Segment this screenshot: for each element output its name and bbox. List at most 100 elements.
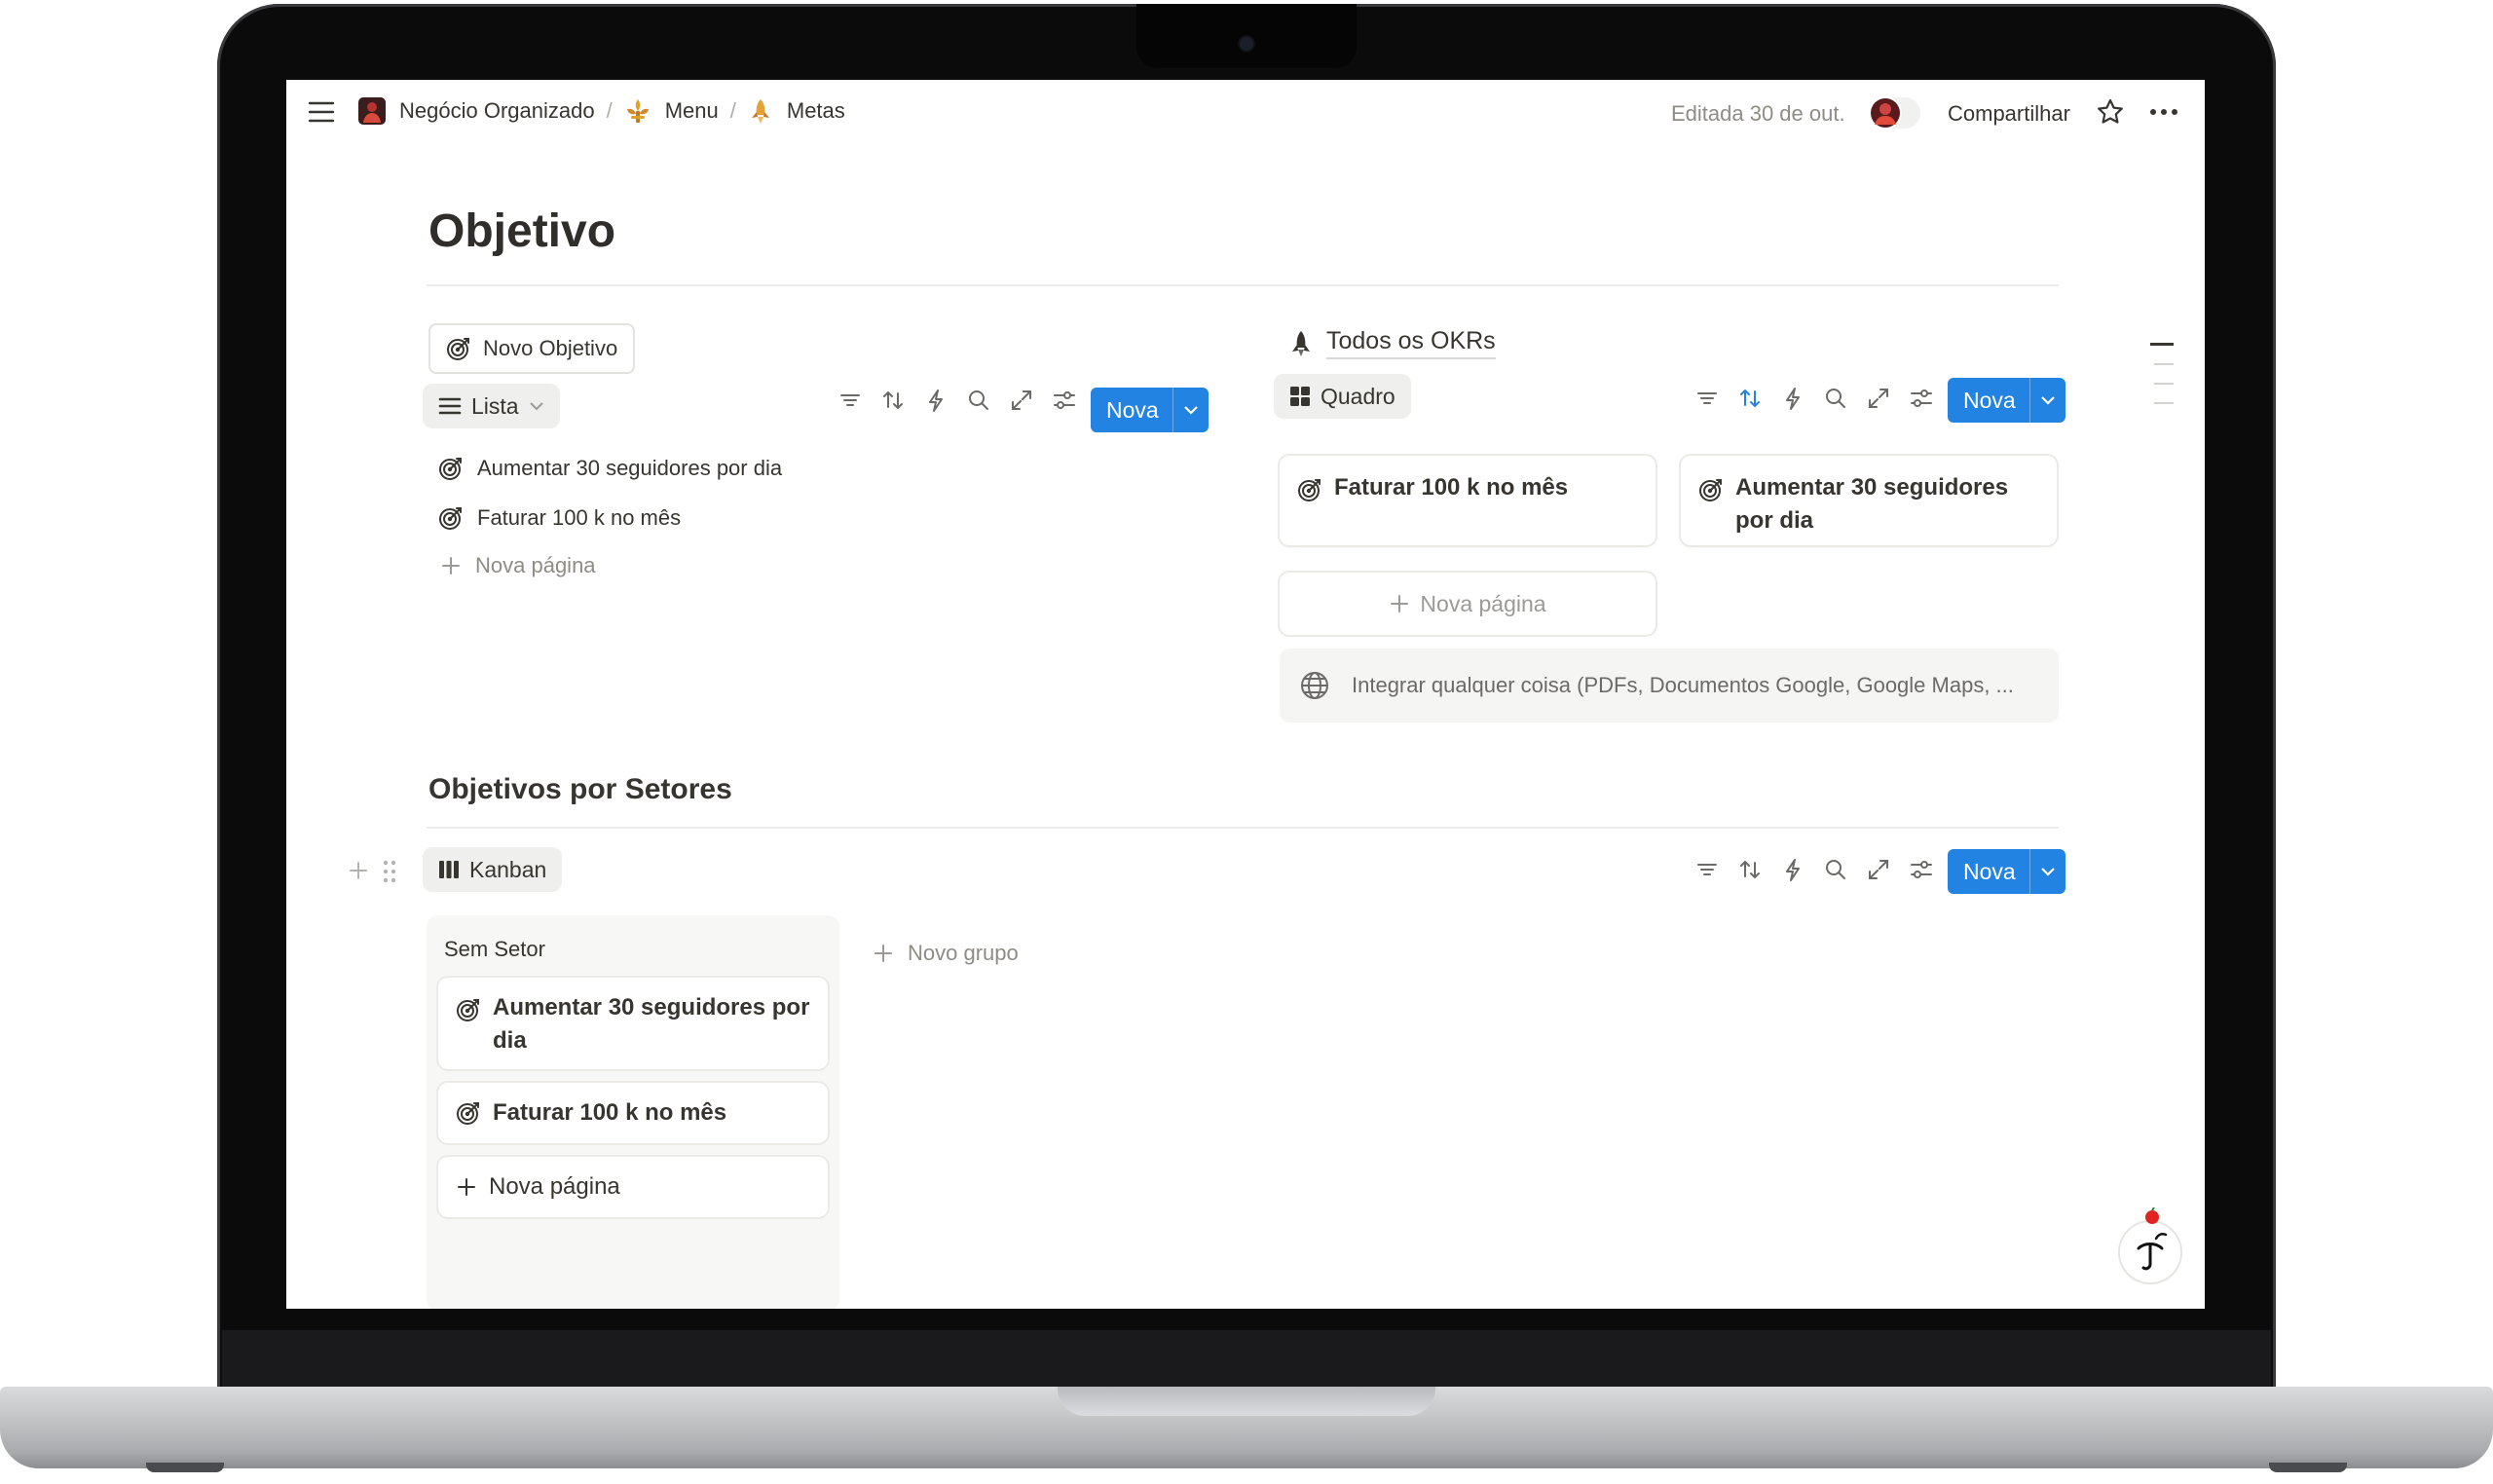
chevron-down-icon[interactable] <box>2028 849 2065 894</box>
list-icon <box>438 396 462 416</box>
more-options-icon[interactable] <box>2148 103 2179 121</box>
star-icon[interactable] <box>2096 97 2125 127</box>
filter-icon[interactable] <box>837 388 863 413</box>
last-edited-text: Editada 30 de out. <box>1671 101 1845 126</box>
expand-icon[interactable] <box>1009 388 1034 413</box>
nova-label: Nova <box>1963 858 2016 884</box>
left-nova-button[interactable]: Nova <box>1091 388 1209 432</box>
filter-icon[interactable] <box>1694 857 1720 882</box>
sort-icon[interactable] <box>1737 857 1763 882</box>
view-label: Kanban <box>469 856 547 882</box>
add-block-icon[interactable] <box>347 859 370 882</box>
page-title[interactable]: Objetivo <box>428 204 615 258</box>
expand-icon[interactable] <box>1866 857 1891 882</box>
board-add-page-button[interactable]: Nova página <box>1280 573 1656 635</box>
settings-sliders-icon[interactable] <box>1909 386 1934 411</box>
section-divider <box>427 827 2059 829</box>
add-page-button[interactable]: Nova página <box>440 553 596 578</box>
right-db-toolbar <box>1694 386 1934 411</box>
card-title: Faturar 100 k no mês <box>493 1099 727 1126</box>
table-of-contents-indicator[interactable] <box>2150 343 2174 404</box>
search-icon[interactable] <box>966 388 991 413</box>
new-objective-button[interactable]: Novo Objetivo <box>428 323 636 374</box>
sort-icon[interactable] <box>880 388 906 413</box>
plus-icon <box>1389 593 1410 614</box>
rocket-icon <box>748 97 773 125</box>
target-icon <box>456 1100 481 1126</box>
kanban-group-name[interactable]: Sem Setor <box>438 929 828 978</box>
chevron-down-icon[interactable] <box>1172 388 1209 432</box>
add-page-label: Nova página <box>1420 590 1546 616</box>
automation-bolt-icon[interactable] <box>1780 386 1805 411</box>
breadcrumb-label: Metas <box>786 98 845 123</box>
target-icon <box>456 997 481 1022</box>
automation-bolt-icon[interactable] <box>1780 857 1805 882</box>
linked-db-title[interactable]: Todos os OKRs <box>1289 327 1496 359</box>
view-switcher-kanban[interactable]: Kanban <box>423 847 563 892</box>
breadcrumb-separator: / <box>606 98 613 123</box>
workspace-avatar-icon <box>358 97 386 125</box>
laptop-foot-right <box>2269 1463 2347 1472</box>
fleur-de-lis-icon <box>624 97 651 125</box>
kanban-card[interactable]: Faturar 100 k no mês <box>438 1083 828 1143</box>
search-icon[interactable] <box>1823 857 1848 882</box>
rocket-icon <box>1289 329 1313 358</box>
card-title: Faturar 100 k no mês <box>1334 474 1569 501</box>
view-switcher-lista[interactable]: Lista <box>423 384 560 428</box>
list-item[interactable]: Aumentar 30 seguidores por dia <box>438 456 782 481</box>
kanban-add-page-button[interactable]: Nova página <box>438 1157 828 1217</box>
target-icon <box>1698 477 1724 502</box>
settings-sliders-icon[interactable] <box>1909 857 1934 882</box>
breadcrumb-item-menu[interactable]: Menu <box>624 97 719 125</box>
right-nova-button[interactable]: Nova <box>1948 378 2065 423</box>
globe-icon <box>1299 670 1330 701</box>
kanban-toolbar <box>1694 857 1934 882</box>
list-item[interactable]: Faturar 100 k no mês <box>438 505 681 531</box>
hamburger-menu-icon[interactable] <box>308 99 335 125</box>
sort-icon[interactable] <box>1737 386 1763 411</box>
automation-bolt-icon[interactable] <box>923 388 949 413</box>
kanban-nova-button[interactable]: Nova <box>1948 849 2065 894</box>
list-item-label: Aumentar 30 seguidores por dia <box>477 456 783 480</box>
board-grid-icon <box>1289 386 1311 407</box>
share-button[interactable]: Compartilhar <box>1948 101 2070 127</box>
laptop-chin <box>222 1330 2271 1387</box>
kanban-column: Sem Setor Aumentar 30 seguidores por dia… <box>427 915 839 1309</box>
embed-block[interactable]: Integrar qualquer coisa (PDFs, Documento… <box>1280 649 2059 723</box>
breadcrumb-label: Menu <box>664 98 719 123</box>
camera-icon <box>1240 37 1253 51</box>
board-card[interactable]: Aumentar 30 seguidores por dia <box>1681 456 2057 545</box>
card-title: Aumentar 30 seguidores por dia <box>1735 474 2009 534</box>
target-icon <box>1297 477 1322 502</box>
new-group-button[interactable]: Novo grupo <box>873 941 1019 966</box>
embed-placeholder: Integrar qualquer coisa (PDFs, Documento… <box>1352 673 2014 697</box>
breadcrumb-item-metas[interactable]: Metas <box>748 97 845 125</box>
new-objective-label: Novo Objetivo <box>483 336 618 360</box>
board-card[interactable]: Faturar 100 k no mês <box>1280 456 1656 545</box>
avatar[interactable] <box>1866 93 1924 132</box>
camera-notch <box>1136 4 1357 68</box>
breadcrumb-item-workspace[interactable]: Negócio Organizado <box>358 97 595 125</box>
breadcrumb-separator: / <box>729 98 736 123</box>
search-icon[interactable] <box>1823 386 1848 411</box>
app-screen: Negócio Organizado / Menu / Metas Editad… <box>286 80 2205 1309</box>
plus-icon <box>456 1176 477 1198</box>
linked-db-title-label: Todos os OKRs <box>1326 327 1496 359</box>
filter-icon[interactable] <box>1694 386 1720 411</box>
target-icon <box>438 456 464 481</box>
title-divider <box>427 284 2059 286</box>
view-label: Lista <box>471 392 519 419</box>
help-assistant-icon[interactable] <box>2113 1207 2187 1285</box>
list-item-label: Faturar 100 k no mês <box>477 505 682 530</box>
laptop-foot-left <box>146 1463 224 1472</box>
kanban-card[interactable]: Aumentar 30 seguidores por dia <box>438 978 828 1069</box>
drag-handle-icon[interactable] <box>382 859 397 884</box>
card-title: Aumentar 30 seguidores por dia <box>493 994 810 1054</box>
nova-label: Nova <box>1963 387 2016 413</box>
view-switcher-quadro[interactable]: Quadro <box>1274 374 1411 419</box>
settings-sliders-icon[interactable] <box>1052 388 1077 413</box>
expand-icon[interactable] <box>1866 386 1891 411</box>
chevron-down-icon[interactable] <box>2028 378 2065 423</box>
view-label: Quadro <box>1321 383 1395 409</box>
section-heading[interactable]: Objetivos por Setores <box>428 773 732 806</box>
